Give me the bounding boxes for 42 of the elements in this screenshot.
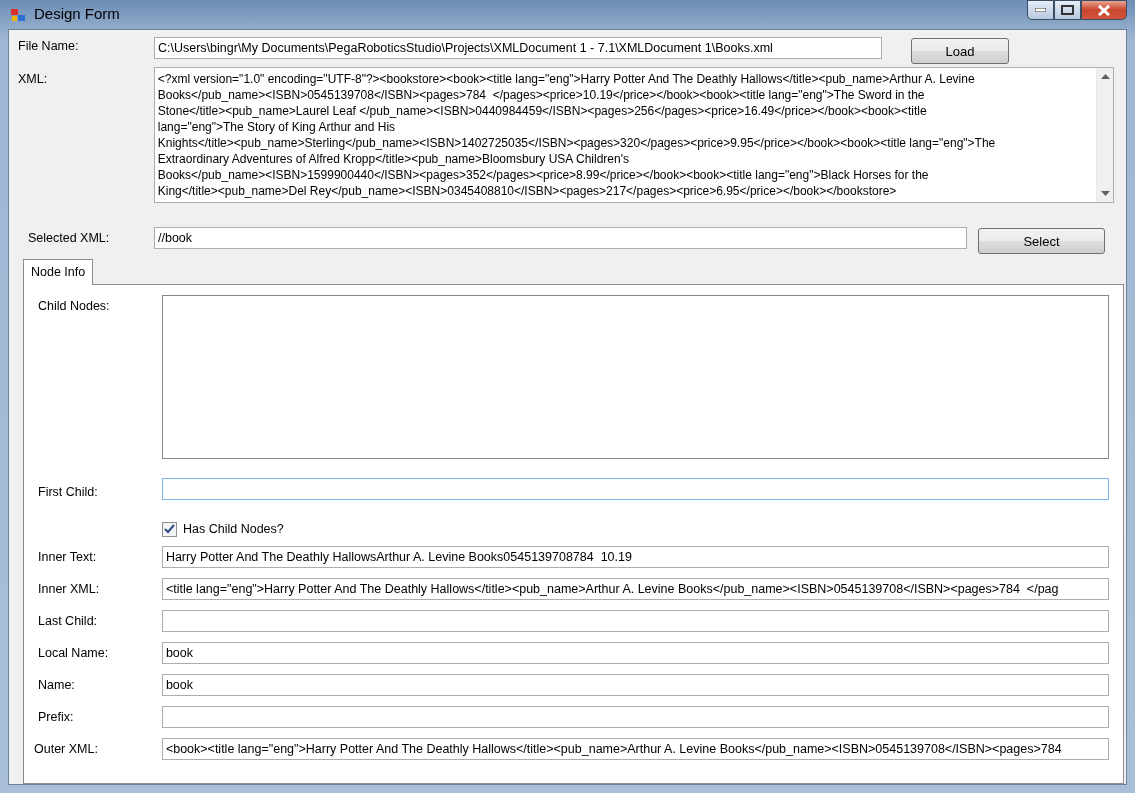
field-label: Local Name: (38, 645, 110, 662)
text-field[interactable]: Harry Potter And The Deathly HallowsArthur A. Levine Books0545139708784 10.19 (161, 546, 1109, 568)
checkbox[interactable] (162, 521, 177, 537)
select-button[interactable]: Select (978, 228, 1105, 255)
text-field[interactable]: <title lang="eng">Harry Potter And The Deathly Hallows</title><pub_name>Arthur A. Levine Books</pub_name><ISBN>0545139708</ISBN><pages>784 </pag (161, 578, 1109, 600)
checkmark-icon (164, 524, 175, 534)
xml-text: <?xml version="1.0" encoding="UTF-8"?><bookstore><book><title lang="eng">Harry Potter And The Deathly Hallows</title><pub_name>Arthur A. Levine Books</pub_name><ISBN>0545139708</ISBN><pages>784 </pages><price>10.19</price></book><book><title lang="eng">The Sword in the Stone</title><pub_name>Laurel Leaf </pub_name><ISBN>0440984459</ISBN><pages>256</pages><price>16.49</price></book><book><title lang="eng">The Story of King Arthur and His Knights</title><pub_name>Sterling</pub_name><ISBN>1402725035</ISBN><pages>320</pages><price>9.95</price></book><book><title lang="eng">The Extraordinary Adventures of Alfred Kropp</title><pub_name>Bloomsbury USA Children's Books</pub_name><ISBN>1599900440</ISBN><pages>352</pages><price>8.99</price></book><book><title lang="eng">Black Horses for the King</title><pub_name>Del Rey</pub_name><ISBN>0345408810</ISBN><pages>217</pages><price>6.95</price></book></bookstore> (156, 71, 997, 201)
field-label: Name: (38, 677, 76, 694)
tab[interactable]: Node Info (23, 259, 94, 285)
close-button[interactable] (1081, 0, 1127, 20)
field-label: Prefix: (38, 709, 75, 726)
text-field[interactable] (161, 706, 1109, 728)
first-child-field[interactable] (161, 478, 1109, 500)
maximize-button[interactable] (1054, 0, 1081, 20)
window-title: Design Form (34, 4, 120, 25)
field-label: Inner Text: (38, 549, 98, 566)
selected-xml-label: Selected XML: (27, 230, 111, 248)
maximize-icon (1061, 5, 1074, 15)
text-field[interactable]: book (161, 674, 1109, 696)
scrollbar[interactable] (1096, 68, 1113, 203)
child-nodes-label: Child Nodes: (38, 298, 111, 315)
minimize-button[interactable] (1027, 0, 1054, 20)
load-button[interactable]: Load (911, 38, 1009, 65)
xml-label: XML: (17, 71, 49, 89)
close-icon (1097, 4, 1111, 16)
text-field[interactable] (161, 610, 1109, 632)
minimize-icon (1035, 8, 1046, 12)
xml-field[interactable] (153, 67, 1114, 204)
file-name-field[interactable]: C:\Users\bingr\My Documents\PegaRoboticsStudio\Projects\XMLDocument 1 - 7.1\XMLDocument 1\Books.xml (154, 37, 882, 60)
first-child-label: First Child: (38, 484, 99, 501)
has-child-nodes-label: Has Child Nodes? (183, 520, 284, 538)
scroll-up-icon[interactable] (1100, 74, 1110, 80)
child-nodes-list[interactable] (161, 295, 1109, 459)
field-label: Outer XML: (34, 741, 99, 758)
field-label: Inner XML: (38, 581, 101, 598)
file-name-label: File Name: (17, 38, 80, 56)
text-field[interactable]: <book><title lang="eng">Harry Potter And The Deathly Hallows</title><pub_name>Arthur A. Levine Books</pub_name><ISBN>0545139708</ISBN><pages>784 (161, 738, 1109, 760)
selected-xml-field[interactable]: //book (154, 227, 967, 250)
app-icon (10, 6, 26, 23)
field-label: Last Child: (38, 613, 99, 630)
scroll-down-icon[interactable] (1100, 191, 1110, 197)
text-field[interactable]: book (161, 642, 1109, 664)
